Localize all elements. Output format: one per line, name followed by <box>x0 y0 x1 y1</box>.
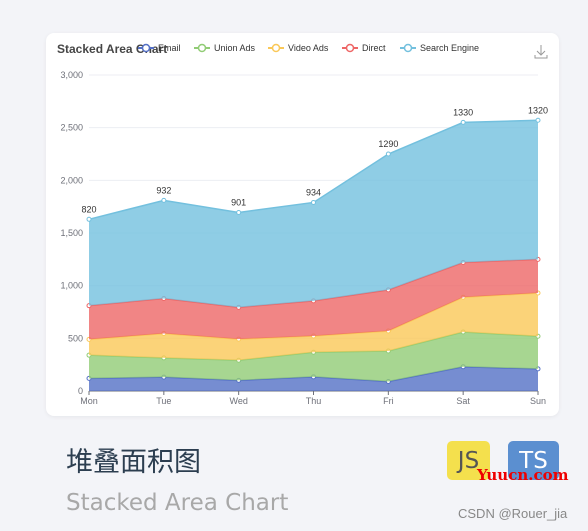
x-tick-label: Sun <box>530 396 546 406</box>
chart-card: 0 500 1,000 1,500 2,000 2,500 3,000 Mon Tue Wed Th… <box>46 33 559 416</box>
stacked-area-chart: 0 500 1,000 1,500 2,000 2,500 3,000 Mon Tue Wed Th… <box>57 42 548 406</box>
x-tick-label: Sat <box>456 396 470 406</box>
y-tick-label: 2,500 <box>60 123 83 133</box>
x-tick-label: Tue <box>156 396 171 406</box>
legend-label: Direct <box>362 43 386 53</box>
data-point <box>535 117 541 123</box>
data-point <box>86 216 92 222</box>
data-label: 932 <box>156 185 171 195</box>
legend-circle-icon <box>403 43 413 53</box>
legend-label: Email <box>158 43 181 53</box>
legend-item-direct[interactable]: Direct <box>342 43 386 53</box>
data-label: 1330 <box>453 107 473 117</box>
x-tick-label: Wed <box>229 396 247 406</box>
data-label: 820 <box>81 204 96 214</box>
legend-circle-icon <box>197 43 207 53</box>
legend-label: Union Ads <box>214 43 256 53</box>
data-point <box>161 197 167 203</box>
watermark: Yuucn.com <box>477 466 569 484</box>
chart-title-english: Stacked Area Chart <box>66 490 289 516</box>
legend-item-union-ads[interactable]: Union Ads <box>194 43 256 53</box>
y-tick-label: 2,000 <box>60 175 83 185</box>
data-point <box>311 199 316 205</box>
legend-circle-icon <box>141 43 151 53</box>
data-point <box>385 151 391 157</box>
data-label: 1320 <box>528 105 548 115</box>
y-tick-label: 1,000 <box>60 281 83 291</box>
legend-item-video-ads[interactable]: Video Ads <box>268 43 329 53</box>
x-tick-label: Mon <box>80 396 98 406</box>
legend-label: Video Ads <box>288 43 329 53</box>
y-tick-label: 3,000 <box>60 70 83 80</box>
legend-item-search-engine[interactable]: Search Engine <box>400 43 479 53</box>
data-label: 1290 <box>378 139 398 149</box>
legend-circle-icon <box>345 43 355 53</box>
credit-text: CSDN @Rouer_jia <box>458 506 568 521</box>
data-label: 901 <box>231 197 246 207</box>
x-tick-label: Fri <box>383 396 394 406</box>
data-point <box>236 209 242 215</box>
y-tick-label: 500 <box>68 333 83 343</box>
legend-item-email[interactable]: Email <box>138 43 181 53</box>
data-point <box>460 119 466 125</box>
legend-label: Search Engine <box>420 43 479 53</box>
legend-circle-icon <box>271 43 281 53</box>
data-label: 934 <box>306 187 321 197</box>
download-icon[interactable] <box>534 45 548 59</box>
x-tick-label: Thu <box>306 396 322 406</box>
chart-title-chinese: 堆叠面积图 <box>66 447 201 478</box>
y-tick-label: 0 <box>78 386 83 396</box>
y-tick-label: 1,500 <box>60 228 83 238</box>
